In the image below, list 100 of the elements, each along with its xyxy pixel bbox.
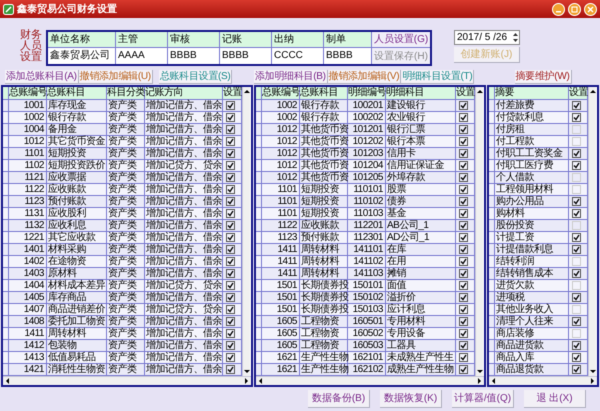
checkbox[interactable] [459, 137, 468, 146]
toolbar-button[interactable]: 明细科目设置(T) [401, 70, 474, 84]
vertical-scrollbar[interactable] [588, 87, 596, 376]
checkmark-icon [573, 318, 580, 325]
checkbox[interactable] [572, 209, 581, 218]
checkbox[interactable] [226, 197, 235, 206]
table-cell: CCCC [272, 48, 324, 64]
checkbox[interactable] [459, 245, 468, 254]
horizontal-scrollbar[interactable] [3, 376, 251, 385]
checkbox[interactable] [226, 353, 235, 362]
up-arrow-icon [476, 89, 482, 94]
checkbox[interactable] [459, 185, 468, 194]
checkbox[interactable] [226, 329, 235, 338]
section-label: 财务人员设置 [20, 30, 42, 63]
toolbar-button[interactable]: 总账科目设置(S) [158, 70, 232, 84]
checkbox[interactable] [459, 317, 468, 326]
column-header: 主管 [116, 32, 168, 48]
right-arrow-icon [244, 378, 249, 384]
toolbar-button[interactable]: 撤销添加编辑(V) [328, 70, 402, 84]
checkbox[interactable] [226, 125, 235, 134]
checkbox[interactable] [226, 137, 235, 146]
checkbox[interactable] [572, 197, 581, 206]
vertical-scrollbar[interactable] [475, 87, 483, 376]
checkmark-icon [573, 270, 580, 277]
app-icon [3, 4, 14, 14]
checkbox[interactable] [459, 269, 468, 278]
toolbar-button[interactable]: 摘要维护(W) [514, 70, 572, 84]
left-arrow-icon [5, 378, 10, 384]
right-arrow-icon [477, 378, 482, 384]
horizontal-scrollbar[interactable] [256, 376, 484, 385]
checkbox[interactable] [572, 269, 581, 278]
spinner-arrows-icon [512, 32, 519, 43]
checkbox[interactable] [572, 245, 581, 254]
checkbox[interactable] [572, 365, 581, 374]
checkbox[interactable] [459, 149, 468, 158]
checkbox[interactable] [226, 161, 235, 170]
staff-settings-button[interactable]: 人员设置(G) [372, 32, 430, 48]
checkbox[interactable] [459, 353, 468, 362]
footer-button[interactable]: 计算器/值(Q) [452, 390, 514, 408]
column-header: 记账 [220, 32, 272, 48]
checkbox[interactable] [459, 329, 468, 338]
down-arrow-icon [244, 369, 250, 374]
checkbox[interactable] [572, 317, 581, 326]
close-icon[interactable] [584, 2, 597, 16]
footer-button[interactable]: 退 出(X) [524, 390, 586, 408]
footer-button[interactable]: 数据备份(B) [308, 390, 370, 408]
left-arrow-icon [258, 378, 263, 384]
checkbox[interactable] [572, 161, 581, 170]
checkbox[interactable] [226, 221, 235, 230]
toolbar-button[interactable]: 撤销添加编辑(U) [78, 70, 153, 84]
checkbox[interactable] [459, 365, 468, 374]
checkbox[interactable] [226, 281, 235, 290]
checkbox[interactable] [572, 149, 581, 158]
checkbox[interactable] [459, 221, 468, 230]
checkbox[interactable] [572, 341, 581, 350]
maximize-icon[interactable] [568, 2, 581, 16]
checkbox[interactable] [572, 293, 581, 302]
checkbox[interactable] [226, 185, 235, 194]
table-cell: BBBB [168, 48, 220, 64]
footer-button[interactable]: 数据恢复(K) [380, 390, 442, 408]
minimize-icon[interactable] [552, 2, 565, 16]
checkbox[interactable] [459, 293, 468, 302]
checkbox[interactable] [226, 341, 235, 350]
checkbox[interactable] [459, 341, 468, 350]
checkbox[interactable] [572, 233, 581, 242]
up-arrow-icon [244, 89, 250, 94]
toolbar-button[interactable]: 添加明细科目(B) [254, 70, 328, 84]
checkbox[interactable] [572, 101, 581, 110]
checkbox[interactable] [459, 197, 468, 206]
checkbox[interactable] [459, 305, 468, 314]
checkbox[interactable] [226, 149, 235, 158]
checkbox[interactable] [226, 113, 235, 122]
checkbox[interactable] [459, 101, 468, 110]
checkbox[interactable] [226, 365, 235, 374]
checkbox[interactable] [226, 233, 235, 242]
checkbox[interactable] [459, 125, 468, 134]
checkbox[interactable] [226, 101, 235, 110]
checkbox[interactable] [459, 281, 468, 290]
checkbox[interactable] [226, 245, 235, 254]
column-header: 出纳 [272, 32, 324, 48]
checkbox[interactable] [459, 233, 468, 242]
horizontal-scrollbar[interactable] [489, 376, 597, 385]
checkbox[interactable] [226, 209, 235, 218]
checkbox[interactable] [459, 209, 468, 218]
vertical-scrollbar[interactable] [242, 87, 250, 376]
checkbox[interactable] [226, 317, 235, 326]
date-spinner[interactable]: 2017/ 5 /26 [454, 30, 520, 45]
checkbox[interactable] [226, 293, 235, 302]
checkbox[interactable] [572, 353, 581, 362]
checkbox[interactable] [226, 269, 235, 278]
toolbar-button[interactable]: 添加总账科目(A) [5, 70, 79, 84]
checkbox[interactable] [459, 173, 468, 182]
checkbox[interactable] [459, 257, 468, 266]
checkbox[interactable] [459, 161, 468, 170]
checkbox[interactable] [226, 257, 235, 266]
checkbox[interactable] [226, 173, 235, 182]
column-header: 单位名称 [48, 32, 116, 48]
checkbox[interactable] [572, 113, 581, 122]
checkbox[interactable] [226, 305, 235, 314]
checkbox[interactable] [459, 113, 468, 122]
